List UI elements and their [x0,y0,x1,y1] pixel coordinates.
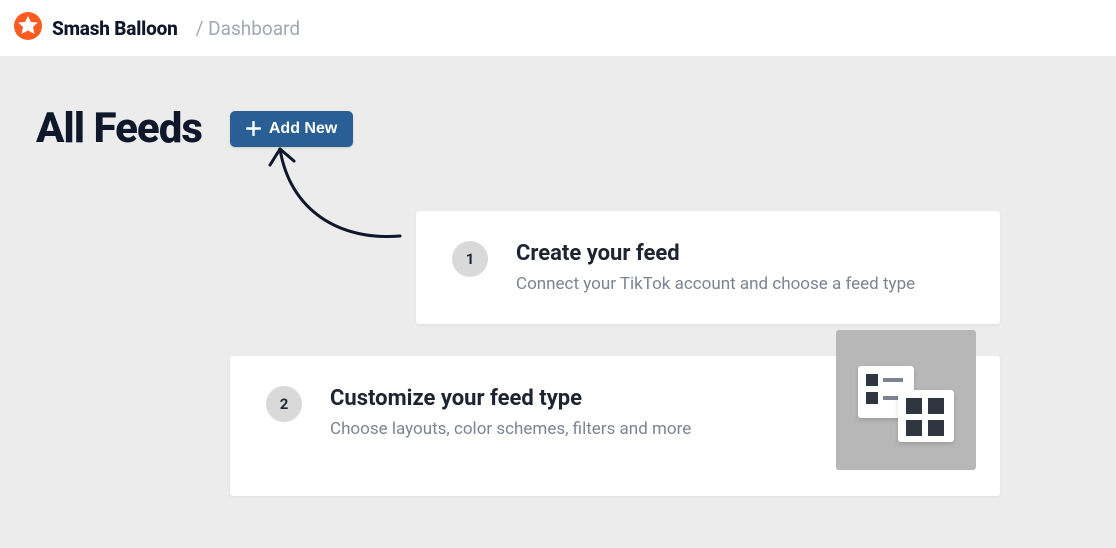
page-title: All Feeds [36,104,202,153]
brand-name: Smash Balloon [52,17,178,40]
step-number-badge: 1 [452,241,488,277]
step-number-badge: 2 [266,386,302,422]
breadcrumb: / Dashboard [196,17,300,40]
step-title: Create your feed [516,241,964,266]
layout-preview-grid-icon [898,390,954,442]
add-new-label: Add New [269,120,337,138]
step-desc: Connect your TikTok account and choose a… [516,274,964,294]
step-body: Create your feed Connect your TikTok acc… [516,241,964,294]
main-panel: All Feeds Add New 1 Create your feed Con… [0,56,1116,548]
brand-logo-icon [14,12,42,44]
step-card-2: 2 Customize your feed type Choose layout… [230,356,1000,496]
heading-row: All Feeds Add New [36,104,1080,153]
step-title: Customize your feed type [330,386,820,411]
step-card-1: 1 Create your feed Connect your TikTok a… [416,211,1000,324]
step-desc: Choose layouts, color schemes, filters a… [330,419,820,439]
onboarding-cards: 1 Create your feed Connect your TikTok a… [230,211,1000,528]
app-header: Smash Balloon / Dashboard [0,0,1116,56]
brand: Smash Balloon / Dashboard [14,12,300,44]
plus-icon [246,121,261,136]
step-body: Customize your feed type Choose layouts,… [330,386,820,439]
layout-illustration [836,330,976,470]
